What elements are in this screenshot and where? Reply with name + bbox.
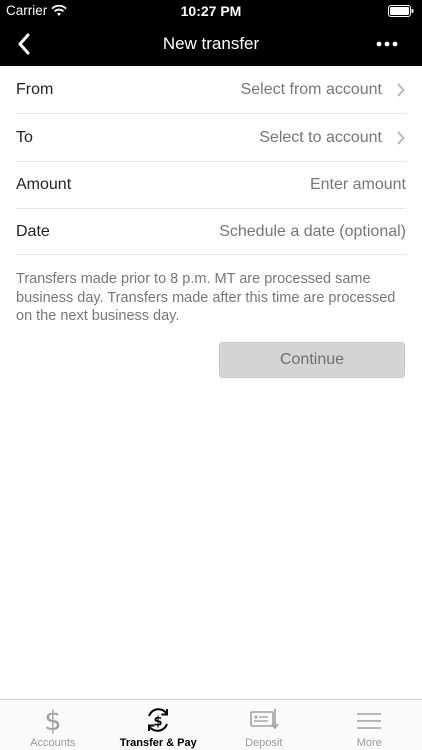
chevron-right-icon <box>397 83 405 97</box>
dollar-icon: $ <box>44 706 61 735</box>
more-options-button[interactable] <box>370 30 404 58</box>
tab-more[interactable]: More <box>317 700 422 750</box>
to-label: To <box>16 128 33 146</box>
date-label: Date <box>16 222 50 240</box>
page-title: New transfer <box>162 34 260 53</box>
chevron-right-icon <box>397 131 405 145</box>
menu-icon <box>357 713 382 729</box>
new-transfer-screen: Carrier 10:27 PM New transfer From Selec… <box>0 0 422 750</box>
transfer-pay-icon: $ <box>148 708 169 732</box>
tab-label: Deposit <box>245 737 283 749</box>
ellipsis-icon <box>376 41 398 47</box>
tab-bar: $ Accounts $ Transfer & Pay Deposit More <box>0 699 422 750</box>
status-bar: Carrier 10:27 PM <box>0 0 422 22</box>
tab-accounts[interactable]: $ Accounts <box>0 700 106 750</box>
clock: 10:27 PM <box>180 3 242 19</box>
battery-icon <box>388 5 414 17</box>
check-deposit-icon <box>249 709 279 730</box>
from-account-row[interactable]: From Select from account <box>16 66 406 114</box>
tab-transfer-pay[interactable]: $ Transfer & Pay <box>106 700 212 750</box>
amount-row[interactable]: Amount Enter amount <box>16 162 406 209</box>
tab-label: More <box>356 737 382 749</box>
transfer-form: From Select from account To Select to ac… <box>0 66 422 255</box>
date-input[interactable]: Schedule a date (optional) <box>219 223 406 241</box>
date-row[interactable]: Date Schedule a date (optional) <box>16 209 406 255</box>
from-label: From <box>16 80 54 98</box>
amount-label: Amount <box>16 176 72 193</box>
continue-button[interactable]: Continue <box>219 342 405 378</box>
svg-text:$: $ <box>154 715 163 730</box>
cutoff-note: Transfers made prior to 8 p.m. MT are pr… <box>16 271 396 324</box>
svg-text:$: $ <box>44 706 61 735</box>
to-account-row[interactable]: To Select to account <box>16 114 406 162</box>
tab-label: Accounts <box>30 737 76 749</box>
from-account-selector[interactable]: Select from account <box>241 81 382 99</box>
top-bar: Carrier 10:27 PM New transfer <box>0 0 422 66</box>
tab-deposit[interactable]: Deposit <box>211 700 317 750</box>
to-account-selector[interactable]: Select to account <box>259 129 382 147</box>
tab-label: Transfer & Pay <box>119 737 197 749</box>
amount-input[interactable]: Enter amount <box>310 176 406 194</box>
navigation-bar: New transfer <box>0 22 422 66</box>
